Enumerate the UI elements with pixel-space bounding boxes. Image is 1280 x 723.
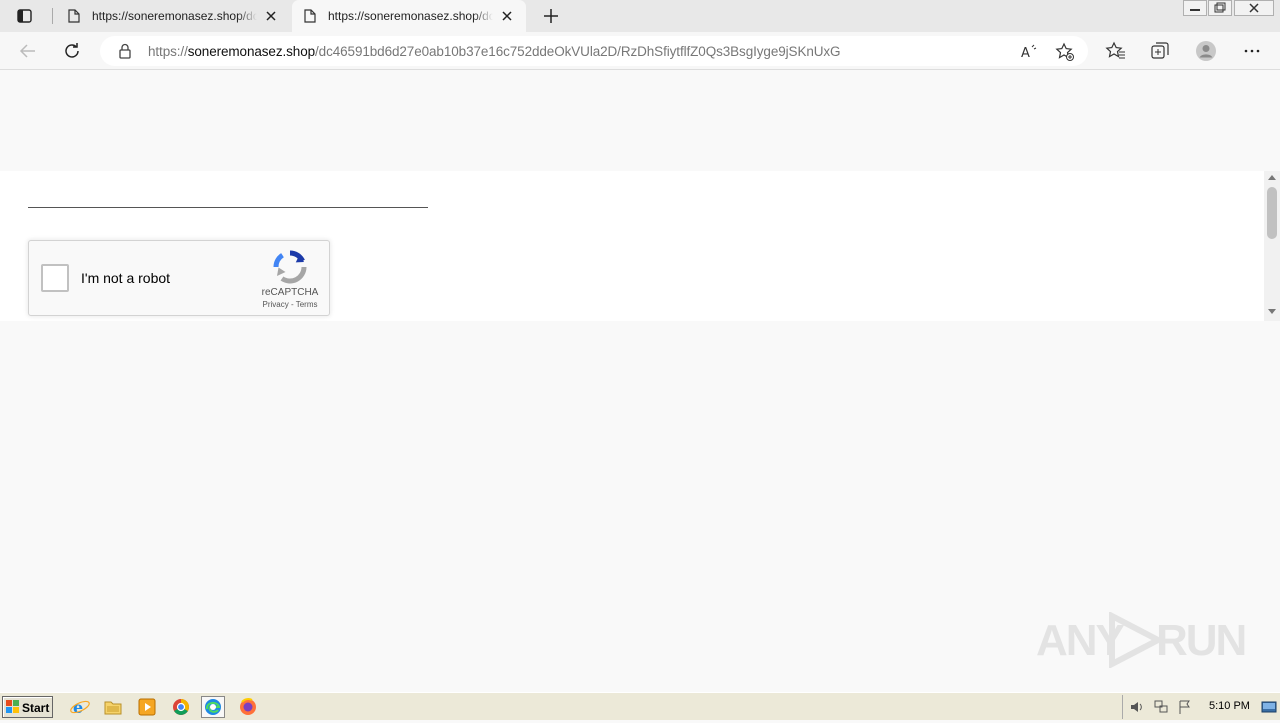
svg-text:A: A — [1021, 46, 1030, 61]
recaptcha-links: Privacy - Terms — [251, 300, 329, 309]
page-icon — [68, 9, 80, 23]
start-button[interactable]: Start — [2, 696, 53, 718]
frame-scrollbar[interactable] — [1264, 171, 1280, 321]
network-icon[interactable] — [1153, 699, 1169, 715]
tab-1[interactable]: https://soneremonasez.shop/dc46591bd6d27… — [56, 0, 290, 32]
recaptcha-brand: reCAPTCHA — [261, 287, 319, 298]
refresh-icon[interactable] — [61, 40, 83, 62]
tab-title: https://soneremonasez.shop/dc46591bd6d27… — [328, 9, 493, 23]
start-label: Start — [22, 701, 50, 715]
tab-actions-icon[interactable] — [10, 6, 38, 26]
restore-button[interactable] — [1208, 0, 1232, 16]
page-icon — [304, 9, 316, 23]
add-favorite-icon[interactable] — [1055, 42, 1075, 62]
svg-text:e: e — [73, 698, 83, 717]
plus-icon[interactable] — [541, 6, 561, 26]
minimize-button[interactable] — [1183, 0, 1207, 16]
clock[interactable]: 5:10 PM — [1209, 700, 1250, 712]
explorer-icon[interactable] — [101, 696, 125, 718]
profile-icon[interactable] — [1195, 40, 1217, 62]
taskbar: Start e 5:10 PM — [0, 692, 1280, 720]
tab-title: https://soneremonasez.shop/dc46591bd6d27… — [92, 9, 257, 23]
tab-separator — [52, 8, 53, 24]
url-host: soneremonasez.shop — [187, 44, 316, 59]
scroll-thumb[interactable] — [1267, 187, 1277, 239]
firefox-icon[interactable] — [236, 696, 260, 718]
url-text: https://soneremonasez.shop/dc46591bd6d27… — [148, 44, 841, 59]
privacy-link[interactable]: Privacy — [263, 300, 289, 309]
chrome-icon[interactable] — [169, 696, 193, 718]
close-icon[interactable] — [500, 9, 514, 23]
action-center-flag-icon[interactable] — [1177, 699, 1193, 715]
link-separator: - — [288, 300, 296, 309]
lock-icon[interactable] — [118, 43, 132, 59]
read-aloud-icon[interactable]: A — [1019, 42, 1039, 62]
show-desktop-icon[interactable] — [1261, 699, 1277, 715]
watermark-right: RUN — [1156, 616, 1247, 665]
scroll-down-icon[interactable] — [1268, 309, 1276, 314]
anyrun-watermark: ANY RUN — [1036, 608, 1247, 668]
close-icon[interactable] — [264, 9, 278, 23]
terms-link[interactable]: Terms — [296, 300, 318, 309]
address-toolbar: https://soneremonasez.shop/dc46591bd6d27… — [0, 32, 1280, 70]
volume-icon[interactable] — [1129, 699, 1145, 715]
url-field[interactable]: https://soneremonasez.shop/dc46591bd6d27… — [100, 36, 1088, 66]
collections-icon[interactable] — [1149, 40, 1171, 62]
tab-bar: https://soneremonasez.shop/dc46591bd6d27… — [0, 0, 1280, 32]
recaptcha-checkbox[interactable] — [41, 264, 69, 292]
window-close-button[interactable] — [1234, 0, 1274, 16]
page-background — [0, 71, 1280, 171]
url-path: /dc46591bd6d27e0ab10b37e16c752ddeOkVUla2… — [315, 44, 841, 59]
ie-icon[interactable]: e — [68, 696, 92, 718]
recaptcha-label: I'm not a robot — [81, 270, 171, 286]
back-icon[interactable] — [17, 40, 39, 62]
system-tray: 5:10 PM — [1122, 695, 1278, 719]
favorites-icon[interactable] — [1105, 40, 1127, 62]
edge-icon[interactable] — [201, 696, 225, 718]
more-icon[interactable] — [1241, 40, 1263, 62]
media-player-icon[interactable] — [135, 696, 159, 718]
tab-2[interactable]: https://soneremonasez.shop/dc46591bd6d27… — [292, 0, 526, 32]
divider — [28, 207, 428, 208]
scroll-up-icon[interactable] — [1268, 175, 1276, 180]
windows-flag-icon — [6, 700, 20, 714]
url-scheme: https:// — [148, 44, 188, 59]
content-frame: I'm not a robot reCAPTCHA Privacy - Term… — [0, 171, 1280, 321]
recaptcha-logo-icon — [273, 250, 307, 284]
recaptcha-widget: I'm not a robot reCAPTCHA Privacy - Term… — [28, 240, 330, 316]
